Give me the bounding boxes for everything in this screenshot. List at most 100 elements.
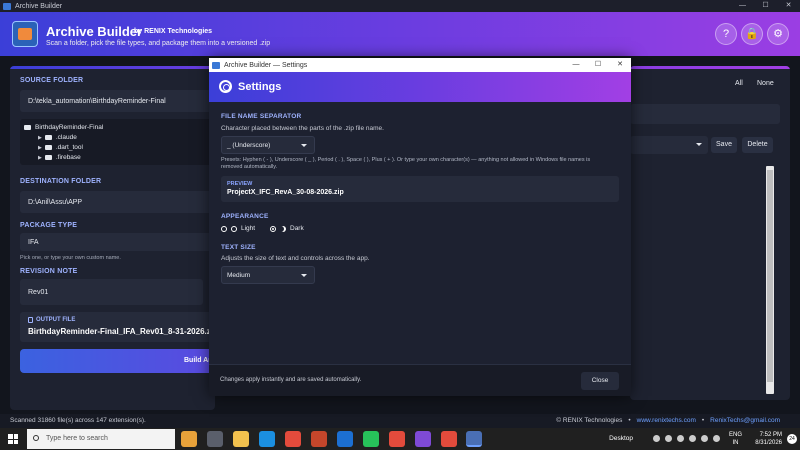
- textsize-select[interactable]: Medium: [221, 266, 315, 284]
- tree-item[interactable]: ▶ .dart_tool: [38, 144, 83, 151]
- clock-date: 8/31/2026: [755, 440, 782, 446]
- filename-preview: PREVIEW ProjectX_IFC_RevA_30-08-2026.zip: [221, 176, 619, 202]
- chrome-browser-icon[interactable]: [285, 431, 301, 447]
- expand-caret-icon[interactable]: ▶: [38, 145, 42, 151]
- tree-item-label: BirthdayReminder-Final: [35, 124, 104, 131]
- preview-label: PREVIEW: [227, 181, 253, 187]
- whatsapp-icon[interactable]: [363, 431, 379, 447]
- destination-folder-field[interactable]: D:\Anil\Assu\APP: [20, 191, 215, 213]
- chrome-browser-icon[interactable]: [389, 431, 405, 447]
- destination-folder-label: DESTINATION FOLDER: [20, 178, 102, 185]
- dialog-heading: Settings: [238, 81, 282, 93]
- list-scrollbar[interactable]: [766, 166, 774, 394]
- tree-item-label: .firebase: [55, 154, 81, 161]
- chevron-up-icon[interactable]: [689, 435, 696, 442]
- tree-item[interactable]: BirthdayReminder-Final: [24, 124, 103, 131]
- main-form-panel: SOURCE FOLDER D:\tekla_automation\Birthd…: [10, 66, 215, 410]
- help-icon[interactable]: ?: [715, 23, 737, 45]
- window-titlebar: Archive Builder — ☐ ✕: [0, 0, 800, 12]
- network-icon[interactable]: [665, 435, 672, 442]
- scan-status: Scanned 31860 file(s) across 147 extensi…: [10, 417, 146, 424]
- app-icon[interactable]: [311, 431, 327, 447]
- wifi-icon[interactable]: [701, 435, 708, 442]
- select-all-button[interactable]: All: [735, 80, 743, 87]
- folder-icon: [44, 145, 52, 150]
- store-icon[interactable]: [337, 431, 353, 447]
- desktop-button[interactable]: Desktop: [609, 435, 633, 442]
- theme-light-radio[interactable]: Light: [221, 225, 255, 232]
- status-links: © RENIX Technologies • www.renixtechs.co…: [556, 417, 780, 424]
- radio-checked-icon: [270, 225, 276, 232]
- task-view-icon[interactable]: [207, 431, 223, 447]
- cloud-icon[interactable]: [653, 435, 660, 442]
- dialog-maximize-button[interactable]: ☐: [587, 58, 609, 72]
- language-indicator[interactable]: ENG IN: [729, 431, 742, 447]
- moon-icon: [280, 226, 286, 232]
- chevron-down-icon: [301, 144, 307, 147]
- revision-note-label: REVISION NOTE: [20, 268, 78, 275]
- edge-browser-icon[interactable]: [259, 431, 275, 447]
- source-folder-field[interactable]: D:\tekla_automation\BirthdayReminder-Fin…: [20, 90, 215, 112]
- app-icon: [212, 61, 220, 69]
- autosave-note: Changes apply instantly and are saved au…: [220, 377, 362, 383]
- dialog-titlebar: Archive Builder — Settings — ☐ ✕: [209, 58, 631, 72]
- app-byline: by RENIX Technologies: [134, 28, 213, 35]
- language-code: ENG: [728, 432, 742, 438]
- maximize-button[interactable]: ☐: [754, 0, 777, 12]
- dialog-minimize-button[interactable]: —: [565, 58, 587, 72]
- expand-caret-icon[interactable]: ▶: [38, 135, 42, 141]
- extensions-panel: All None Save Delete: [630, 66, 790, 400]
- weather-app-icon[interactable]: [181, 431, 197, 447]
- output-file-label-wrap: OUTPUT FILE: [28, 317, 75, 323]
- taskbar-search[interactable]: Type here to search: [27, 429, 175, 449]
- minimize-button[interactable]: —: [731, 0, 754, 12]
- volume-icon[interactable]: [713, 435, 720, 442]
- file-explorer-icon[interactable]: [233, 431, 249, 447]
- dark-label: Dark: [290, 225, 304, 232]
- separator-presets-note: Presets: Hyphen ( - ), Underscore ( _ ),…: [221, 157, 591, 170]
- notification-badge[interactable]: 24: [787, 434, 797, 444]
- close-window-button[interactable]: ✕: [777, 0, 800, 12]
- gear-icon: [219, 80, 232, 93]
- search-placeholder: Type here to search: [46, 435, 108, 442]
- chrome-browser-icon[interactable]: [441, 431, 457, 447]
- lock-icon[interactable]: 🔒: [741, 23, 763, 45]
- visual-studio-icon[interactable]: [415, 431, 431, 447]
- dialog-footer: Changes apply instantly and are saved au…: [209, 364, 631, 396]
- region-code: IN: [732, 440, 739, 446]
- theme-dark-radio[interactable]: Dark: [270, 225, 304, 232]
- separator: •: [701, 417, 705, 424]
- archive-builder-task-icon[interactable]: [466, 431, 482, 447]
- folder-tree[interactable]: BirthdayReminder-Final ▶ .claude ▶ .dart…: [20, 119, 215, 165]
- select-none-button[interactable]: None: [757, 80, 774, 87]
- tree-item[interactable]: ▶ .claude: [38, 134, 77, 141]
- build-archive-button[interactable]: Build Ar: [20, 349, 215, 373]
- tree-item[interactable]: ▶ .firebase: [38, 154, 81, 161]
- filter-field[interactable]: [630, 104, 780, 124]
- archive-logo-icon: [12, 21, 38, 47]
- tree-item-label: .claude: [55, 134, 77, 141]
- separator-select[interactable]: _ (Underscore): [221, 136, 315, 154]
- close-button[interactable]: Close: [581, 372, 619, 390]
- dialog-close-x-button[interactable]: ✕: [609, 58, 631, 72]
- window-controls: — ☐ ✕: [731, 0, 800, 12]
- preset-select[interactable]: [630, 136, 708, 154]
- package-type-input[interactable]: IFA: [20, 233, 215, 251]
- delete-preset-button[interactable]: Delete: [742, 137, 773, 153]
- save-preset-button[interactable]: Save: [711, 137, 737, 153]
- revision-note-input[interactable]: Rev01: [20, 279, 203, 305]
- windows-start-icon[interactable]: [8, 434, 18, 444]
- textsize-description: Adjusts the size of text and controls ac…: [221, 255, 370, 262]
- output-file-name: BirthdayReminder-Final_IFA_Rev01_8-31-20…: [28, 327, 215, 336]
- settings-icon[interactable]: ⚙: [767, 23, 789, 45]
- app-tray-icon[interactable]: [677, 435, 684, 442]
- expand-caret-icon[interactable]: ▶: [38, 155, 42, 161]
- email-link[interactable]: RenixTechs@gmail.com: [710, 417, 780, 424]
- taskbar-clock[interactable]: 7:52 PM 8/31/2026: [755, 431, 782, 447]
- radio-unchecked-icon: [221, 225, 227, 232]
- scrollbar-thumb[interactable]: [767, 170, 773, 382]
- textsize-select-value: Medium: [227, 271, 251, 279]
- build-archive-label: Build Ar: [184, 357, 211, 364]
- app-icon: [3, 2, 11, 10]
- website-link[interactable]: www.renixtechs.com: [637, 417, 696, 424]
